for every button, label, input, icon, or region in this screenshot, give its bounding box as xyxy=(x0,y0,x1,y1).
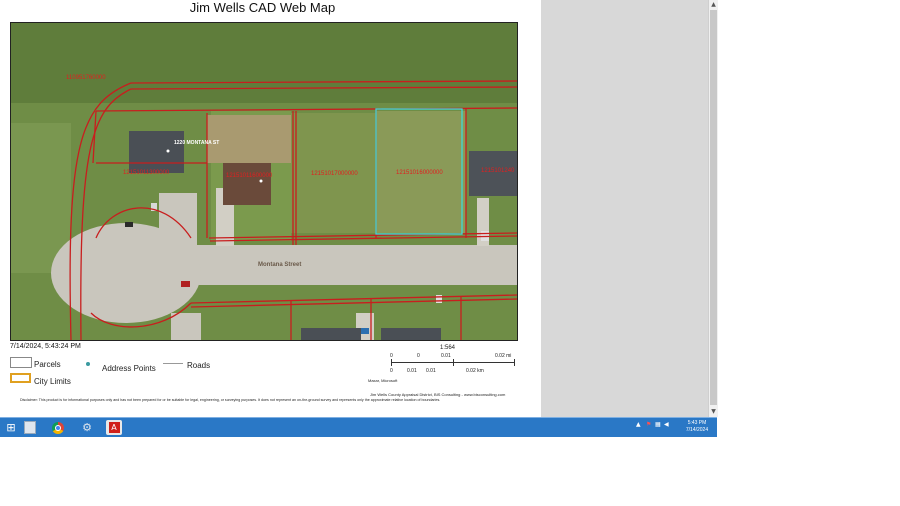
network-icon[interactable]: ▦ xyxy=(655,421,661,428)
disclaimer-text: Disclaimer: This product is for informat… xyxy=(20,398,441,402)
street-label: Montana Street xyxy=(258,262,301,268)
taskbar: ⊞ ⚙ A ▲ ⚑ ▦ ◀ 5:43 PM 7/14/2024 xyxy=(0,417,717,437)
vertical-scrollbar[interactable]: ▲ ▼ xyxy=(708,0,718,417)
house-roof xyxy=(129,131,184,173)
attribution-short: Maxar, Microsoft xyxy=(368,378,398,383)
show-hidden-icons-icon[interactable]: ▲ xyxy=(636,421,641,428)
taskbar-clock[interactable]: 5:43 PM 7/14/2024 xyxy=(680,420,714,434)
viewer-background xyxy=(541,0,708,417)
volume-icon[interactable]: ◀ xyxy=(664,421,669,428)
scale-ratio: 1:564 xyxy=(440,345,456,351)
map-view[interactable]: 110951760000 12151011300000 121510116000… xyxy=(10,22,518,341)
address-points-legend-swatch xyxy=(86,362,90,366)
scale-bar-tick xyxy=(514,359,515,366)
scroll-down-icon[interactable]: ▼ xyxy=(709,407,718,416)
house-roof xyxy=(223,163,271,205)
start-icon[interactable]: ⊞ xyxy=(3,420,19,435)
roads-legend-swatch xyxy=(163,363,183,364)
scroll-up-icon[interactable]: ▲ xyxy=(709,0,718,9)
aerial-map[interactable]: 110951760000 12151011300000 121510116000… xyxy=(11,23,517,340)
clock-time: 5:43 PM xyxy=(687,420,707,426)
address-points-legend-label: Address Points xyxy=(102,364,156,373)
parcel-id-label: 1215101240 xyxy=(481,168,515,174)
scale-km-tick: 0.02 km xyxy=(466,368,484,374)
parcels-legend-swatch xyxy=(10,357,32,368)
scale-mi-tick: 0.01 xyxy=(441,353,451,359)
attribution-long: Jim Wells County Appraisal District, BIS… xyxy=(370,392,506,397)
map-timestamp: 7/14/2024, 5:43:24 PM xyxy=(10,343,81,350)
roads-legend-label: Roads xyxy=(187,361,211,370)
parcels-legend-label: Parcels xyxy=(34,360,61,369)
parcel-id-label: 12151011600000 xyxy=(226,173,273,179)
clock-date: 7/14/2024 xyxy=(685,427,709,433)
scale-mi-tick: 0.02 mi xyxy=(495,353,512,359)
map-document: Jim Wells CAD Web Map 110951760000 12151… xyxy=(0,0,541,417)
scroll-thumb[interactable] xyxy=(710,10,717,405)
pdf-reader-icon[interactable]: A xyxy=(106,420,122,435)
address-label: 1220 MONTANA ST xyxy=(174,140,219,146)
parcel-id-label: 12151017000000 xyxy=(311,171,358,177)
notification-flag-icon[interactable]: ⚑ xyxy=(646,421,651,428)
parcel-id-label: 12151016000000 xyxy=(396,170,443,176)
page-title: Jim Wells CAD Web Map xyxy=(189,0,336,15)
chrome-icon[interactable] xyxy=(50,420,66,435)
parcel-id-label: 110951760000 xyxy=(66,75,106,81)
address-point xyxy=(166,149,170,153)
app-icon[interactable]: ⚙ xyxy=(79,420,95,435)
parcel-id-label: 12151011300000 xyxy=(123,170,170,176)
city-limits-legend-swatch xyxy=(10,373,31,383)
scale-km-tick: 0.01 xyxy=(407,368,417,374)
city-limits-legend-label: City Limits xyxy=(34,377,71,386)
scale-km-tick: 0.01 xyxy=(426,368,436,374)
address-point xyxy=(259,179,263,183)
scale-km-tick: 0 xyxy=(390,368,393,374)
scale-mi-tick: 0 xyxy=(417,353,420,359)
file-explorer-icon[interactable] xyxy=(22,420,38,435)
scale-bar-tick xyxy=(453,359,454,366)
scale-bar-tick xyxy=(391,359,392,366)
